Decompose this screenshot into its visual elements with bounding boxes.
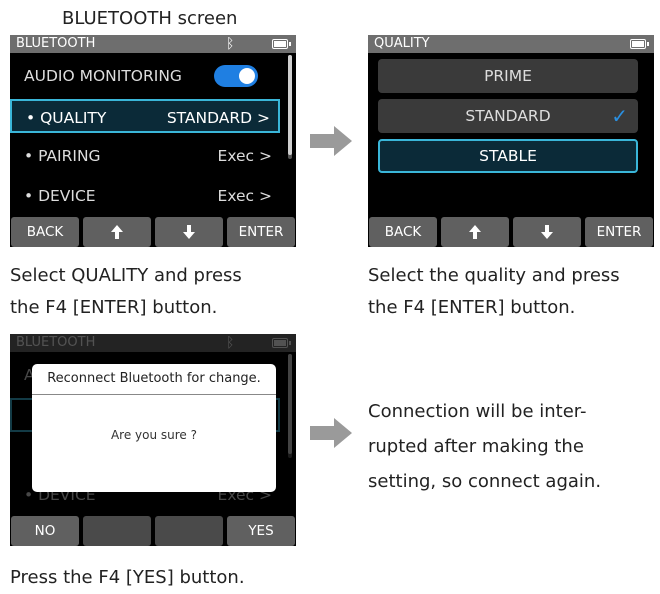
connection-note: Connection will be inter- rupted after m… (368, 394, 658, 499)
menu-item-pairing[interactable]: • PAIRING Exec > (10, 139, 280, 173)
screen-label: BLUETOOTH screen (62, 8, 238, 29)
dialog-message: Are you sure ? (110, 428, 198, 442)
down-arrow-icon (541, 225, 553, 239)
dialog-title: Reconnect Bluetooth for change. (32, 364, 276, 395)
enter-button[interactable]: ENTER (227, 217, 295, 247)
confirm-screen: BLUETOOTH ᛒ A • DEVICE Exec > Reconnect … (10, 334, 296, 546)
screen-title: BLUETOOTH (16, 36, 96, 51)
back-button[interactable]: BACK (11, 217, 79, 247)
up-arrow-button[interactable] (83, 217, 151, 247)
menu-item-audio-monitoring[interactable]: AUDIO MONITORING (10, 59, 280, 93)
function-keys: BACK ENTER (10, 217, 296, 247)
f3-button (155, 516, 223, 546)
note-line: Connection will be inter- (368, 401, 587, 422)
menu-item-value: Exec > (217, 187, 272, 205)
battery-icon (630, 39, 649, 49)
topbar: BLUETOOTH ᛒ (10, 334, 296, 352)
caption-step-2: Select the quality and press the F4 [ENT… (368, 260, 658, 324)
caption-line: Select the quality and press (368, 265, 620, 286)
caption-line: the F4 [ENTER] button. (368, 297, 576, 318)
bluetooth-icon: ᛒ (226, 335, 235, 351)
option-label: STANDARD (465, 107, 551, 125)
menu-item-label: • PAIRING (24, 147, 101, 165)
menu-item-label: AUDIO MONITORING (24, 67, 182, 85)
topbar: QUALITY (368, 35, 654, 53)
f2-button (83, 516, 151, 546)
arrow-right-icon (310, 418, 352, 448)
up-arrow-icon (111, 225, 123, 239)
enter-button[interactable]: ENTER (585, 217, 653, 247)
menu-item-label: • DEVICE (24, 187, 96, 205)
screen-title: QUALITY (374, 36, 430, 51)
caption-line: Select QUALITY and press (10, 265, 242, 286)
screen-title: BLUETOOTH (16, 335, 96, 350)
quality-option-prime[interactable]: PRIME (378, 59, 638, 93)
no-button[interactable]: NO (11, 516, 79, 546)
down-arrow-icon (183, 225, 195, 239)
quality-screen: QUALITY PRIME STANDARD ✓ STABLE BACK ENT… (368, 35, 654, 247)
battery-icon (272, 338, 291, 348)
up-arrow-button[interactable] (441, 217, 509, 247)
note-line: setting, so connect again. (368, 471, 602, 492)
caption-step-1: Select QUALITY and press the F4 [ENTER] … (10, 260, 330, 324)
menu-item-value: Exec > (217, 147, 272, 165)
battery-icon (272, 39, 291, 49)
bluetooth-icon: ᛒ (226, 36, 235, 52)
menu-item-device[interactable]: • DEVICE Exec > (10, 179, 280, 213)
function-keys: NO YES (10, 516, 296, 546)
down-arrow-button[interactable] (513, 217, 581, 247)
note-line: rupted after making the (368, 436, 584, 457)
topbar: BLUETOOTH ᛒ (10, 35, 296, 53)
scrollbar[interactable] (288, 55, 292, 159)
menu-item-quality[interactable]: • QUALITY STANDARD > (10, 99, 280, 133)
menu-item-value: STANDARD > (166, 109, 270, 127)
yes-button[interactable]: YES (227, 516, 295, 546)
bluetooth-screen: BLUETOOTH ᛒ AUDIO MONITORING • QUALITY S… (10, 35, 296, 247)
back-button[interactable]: BACK (369, 217, 437, 247)
menu-item-label: • QUALITY (26, 109, 107, 127)
confirm-dialog: Reconnect Bluetooth for change. Are you … (32, 364, 276, 492)
up-arrow-icon (469, 225, 481, 239)
caption-step-3: Press the F4 [YES] button. (10, 567, 245, 588)
quality-option-standard[interactable]: STANDARD ✓ (378, 99, 638, 133)
quality-option-stable[interactable]: STABLE (378, 139, 638, 173)
audio-monitoring-toggle[interactable] (214, 65, 258, 87)
caption-line: the F4 [ENTER] button. (10, 297, 218, 318)
down-arrow-button[interactable] (155, 217, 223, 247)
checkmark-icon: ✓ (611, 104, 628, 128)
scrollbar (288, 354, 292, 458)
arrow-right-icon (310, 126, 352, 156)
function-keys: BACK ENTER (368, 217, 654, 247)
